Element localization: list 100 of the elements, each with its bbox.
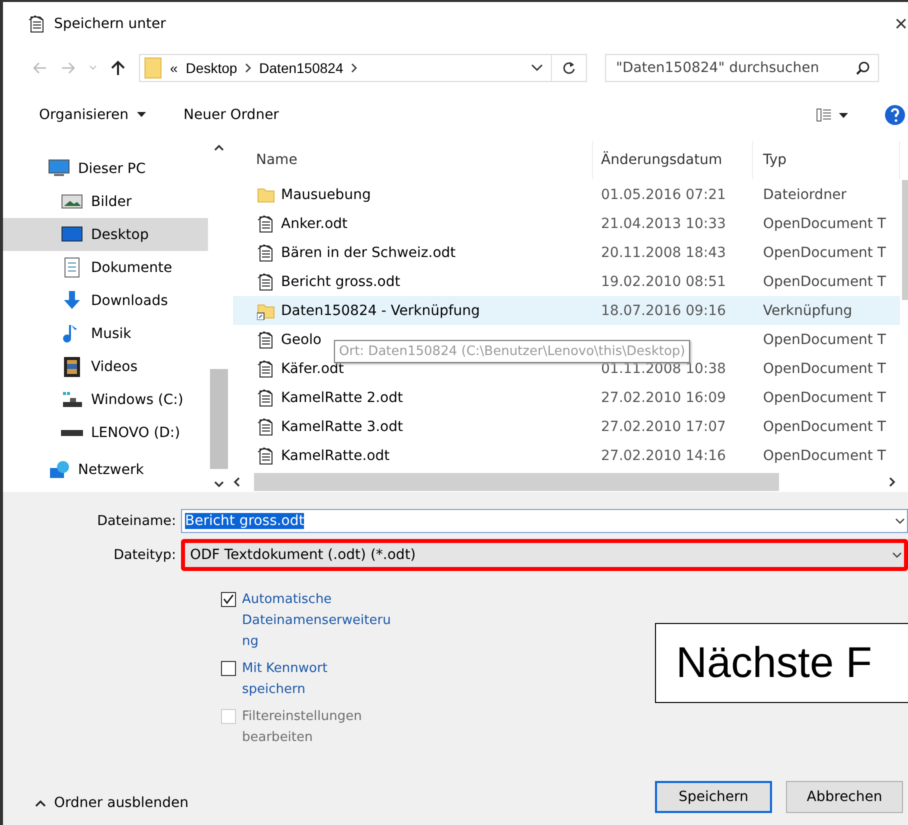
callout-box: Nächste F <box>655 623 908 703</box>
chevron-down-icon[interactable] <box>895 518 905 524</box>
checkbox[interactable] <box>221 661 236 676</box>
checkbox-label: Filtereinstellungen bearbeiten <box>242 708 363 747</box>
close-button[interactable]: × <box>894 11 908 37</box>
document-icon <box>257 418 275 436</box>
document-icon <box>257 360 275 378</box>
document-icon <box>257 214 275 232</box>
type-cell-text: OpenDocument T <box>762 390 887 406</box>
address-bar[interactable]: « Desktop Daten150824 <box>139 54 587 82</box>
window-title: Speichern unter <box>54 16 167 32</box>
column-header[interactable]: Typ <box>753 141 900 179</box>
breadcrumb[interactable]: Daten150824 <box>259 60 344 76</box>
field-label: Dateityp: <box>112 547 177 563</box>
dialog-button[interactable]: Abbrechen <box>786 781 903 813</box>
scrollbar-thumb[interactable] <box>210 369 228 469</box>
sidebar-item[interactable]: Videos <box>3 350 208 383</box>
folder-icon <box>257 186 275 204</box>
type-cell-text: OpenDocument T <box>762 448 887 464</box>
scrollbar-thumb[interactable] <box>254 473 779 491</box>
location-tooltip: Ort: Daten150824 (C:\Benutzer\Lenovo\this\Desktop) <box>334 340 690 363</box>
toolbar-button[interactable]: Neuer Ordner <box>184 107 279 123</box>
chevron-right-icon <box>351 63 358 73</box>
folder-icon <box>144 57 162 79</box>
filetype-dropdown[interactable]: ODF Textdokument (.odt) (*.odt) <box>181 539 908 571</box>
field-label: Dateiname: <box>96 513 177 529</box>
chevron-right-icon <box>245 63 252 73</box>
file-row[interactable]: Anker.odt 21.04.2013 10:33 OpenDocument T <box>233 209 900 238</box>
shortcut-folder-icon <box>257 302 275 320</box>
file-name[interactable]: KamelRatte 3.odt <box>281 418 403 434</box>
file-row[interactable]: Bären in der Schweiz.odt 20.11.2008 18:43 OpenDocument T <box>233 238 900 267</box>
type-cell-text: OpenDocument T <box>762 332 887 348</box>
dialog-button[interactable]: Speichern <box>655 781 772 813</box>
type-cell-text: Dateiordner <box>762 186 848 202</box>
sidebar-item[interactable]: LENOVO (D:) <box>3 416 208 449</box>
file-row[interactable]: Daten150824 - Verknüpfung 18.07.2016 09:16 Verknüpfung <box>233 296 900 325</box>
file-row[interactable]: Bericht gross.odt 19.02.2010 08:51 OpenDocument T <box>233 267 900 296</box>
search-box[interactable]: "Daten150824" durchsuchen <box>605 54 879 82</box>
type-cell-text: OpenDocument T <box>762 244 887 260</box>
column-header[interactable]: Name <box>233 141 593 179</box>
filename-field[interactable]: Bericht gross.odt <box>181 509 908 533</box>
date-cell-text: 27.02.2010 16:09 <box>600 390 727 406</box>
file-name[interactable]: Mausuebung <box>281 186 371 202</box>
chevron-left-icon[interactable] <box>233 477 240 487</box>
type-cell-text: Verknüpfung <box>762 302 854 318</box>
file-name[interactable]: Bären in der Schweiz.odt <box>281 244 456 260</box>
file-row[interactable]: KamelRatte 2.odt 27.02.2010 16:09 OpenDocument T <box>233 383 900 412</box>
drive-icon <box>61 430 83 436</box>
file-row[interactable]: Mausuebung 01.05.2016 07:21 Dateiordner <box>233 180 900 209</box>
type-cell-text: OpenDocument T <box>762 274 887 290</box>
search-icon[interactable] <box>856 61 870 75</box>
sidebar-item[interactable]: Musik <box>3 317 208 350</box>
sidebar-item[interactable]: Desktop <box>3 218 208 251</box>
film-icon <box>61 356 83 378</box>
chevron-down-icon[interactable] <box>214 481 224 488</box>
refresh-icon[interactable] <box>562 61 576 75</box>
sidebar-item[interactable]: Windows (C:) <box>3 383 208 416</box>
date-cell-text: 20.11.2008 18:43 <box>600 244 727 260</box>
chevron-down-icon[interactable] <box>531 64 543 72</box>
document-icon <box>257 330 275 348</box>
sidebar-item[interactable]: Netzwerk <box>3 453 208 486</box>
chevron-down-icon[interactable] <box>892 552 902 558</box>
file-row[interactable]: KamelRatte 3.odt 27.02.2010 17:07 OpenDocument T <box>233 412 900 441</box>
hide-folders-toggle[interactable]: Ordner ausblenden <box>35 795 188 811</box>
network-icon <box>48 458 70 480</box>
breadcrumb[interactable]: « <box>170 60 178 76</box>
file-name[interactable]: Anker.odt <box>281 216 348 232</box>
download-arrow-icon <box>61 290 83 312</box>
date-cell-text: 27.02.2010 17:07 <box>600 418 727 434</box>
scrollbar-thumb[interactable] <box>902 180 908 300</box>
checkbox-label[interactable]: Automatische Dateinamenserweiterung <box>242 589 392 652</box>
chevron-up-icon <box>35 800 46 806</box>
checkbox[interactable] <box>221 592 236 607</box>
file-row[interactable]: KamelRatte.odt 27.02.2010 14:16 OpenDocument T <box>233 441 900 470</box>
file-name[interactable]: KamelRatte 2.odt <box>281 390 403 406</box>
file-name[interactable]: Käfer.odt <box>281 360 344 376</box>
document-icon <box>257 244 275 262</box>
type-cell-text: OpenDocument T <box>762 418 887 434</box>
date-cell-text: 18.07.2016 09:16 <box>600 302 727 318</box>
document-icon <box>257 388 275 406</box>
sidebar-item[interactable]: Bilder <box>3 185 208 218</box>
breadcrumb[interactable]: Desktop <box>186 60 238 76</box>
caret-icon <box>136 112 146 118</box>
sidebar-item[interactable]: Downloads <box>3 284 208 317</box>
file-name[interactable]: Geolo <box>281 332 322 348</box>
sidebar-item[interactable]: Dokumente <box>3 251 208 284</box>
sidebar-item[interactable]: Dieser PC <box>3 152 208 185</box>
file-name[interactable]: Daten150824 - Verknüpfung <box>281 302 480 318</box>
chevron-right-icon[interactable] <box>889 477 896 487</box>
checkbox-label[interactable]: Mit Kennwort speichern <box>242 658 392 700</box>
column-header[interactable]: Änderungsdatum <box>593 141 753 179</box>
menu-button[interactable]: Organisieren <box>39 107 146 123</box>
file-name[interactable]: KamelRatte.odt <box>281 448 390 464</box>
view-options-icon[interactable] <box>816 108 848 122</box>
help-icon[interactable] <box>884 104 906 126</box>
file-name[interactable]: Bericht gross.odt <box>281 274 400 290</box>
chevron-up-icon[interactable] <box>214 144 224 151</box>
up-arrow-icon[interactable] <box>111 60 125 76</box>
date-cell-text: 21.04.2013 10:33 <box>600 216 727 232</box>
type-cell-text: OpenDocument T <box>762 360 887 376</box>
